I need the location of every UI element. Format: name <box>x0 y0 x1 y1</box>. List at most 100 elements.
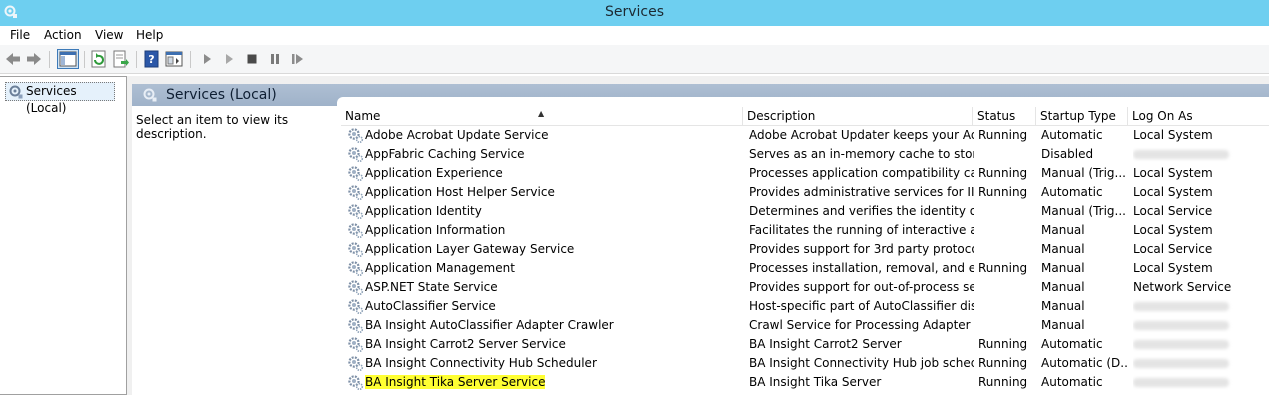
service-name: Application Experience <box>365 166 503 180</box>
service-status <box>978 278 1038 297</box>
service-startup-type: Automatic <box>1041 128 1103 142</box>
table-row[interactable]: BA Insight Carrot2 Server Service BA Insi… <box>341 335 1269 354</box>
table-row[interactable]: Application Information Facilitates the r… <box>341 221 1269 240</box>
table-row[interactable]: AutoClassifier Service Host-specific part… <box>341 297 1269 316</box>
service-startup-type: Automatic <box>1041 185 1103 199</box>
service-startup-type: Automatic (D... <box>1041 356 1129 370</box>
start-service-icon[interactable] <box>198 50 216 68</box>
service-description: BA Insight Carrot2 Server <box>749 337 902 351</box>
properties-icon[interactable] <box>165 50 183 68</box>
service-gear-icon <box>348 261 364 277</box>
table-row[interactable]: BA Insight Connectivity Hub Scheduler BA … <box>341 354 1269 373</box>
redacted-account <box>1133 150 1229 159</box>
service-gear-icon <box>348 242 364 258</box>
service-name: BA Insight Tika Server Service <box>365 375 546 389</box>
column-startup-type[interactable]: Startup Type <box>1036 107 1128 126</box>
service-name: BA Insight Carrot2 Server Service <box>365 337 566 351</box>
forward-arrow-icon[interactable] <box>25 50 43 68</box>
tree-node-services-local[interactable]: Services (Local) <box>5 82 115 115</box>
service-gear-icon <box>348 147 364 163</box>
service-status <box>978 297 1038 316</box>
service-status <box>978 145 1038 164</box>
redacted-account <box>1133 321 1229 330</box>
column-description[interactable]: Description <box>743 107 973 126</box>
menu-view[interactable]: View <box>95 28 123 42</box>
menu-action[interactable]: Action <box>44 28 82 42</box>
menu-file[interactable]: File <box>10 28 30 42</box>
service-status <box>978 316 1038 335</box>
service-logon: Local System <box>1133 185 1213 199</box>
service-status: Running <box>978 128 1028 142</box>
service-logon: Local System <box>1133 261 1213 275</box>
service-description: BA Insight Connectivity Hub job sched... <box>749 356 974 370</box>
redacted-account <box>1133 378 1229 387</box>
export-list-icon[interactable] <box>112 50 130 68</box>
description-hint: Select an item to view its description. <box>136 113 289 141</box>
tree-node-label: Services (Local) <box>26 84 77 115</box>
cell-name: BA Insight Carrot2 Server Service <box>365 335 740 354</box>
toolbar-separator <box>190 51 191 68</box>
table-row[interactable]: BA Insight Tika Server Service BA Insight… <box>341 373 1269 392</box>
service-startup-type: Automatic <box>1041 375 1103 389</box>
service-startup-type: Manual <box>1041 223 1085 237</box>
service-description: Serves as an in-memory cache to store ..… <box>749 147 974 161</box>
pause-service-icon[interactable] <box>266 50 284 68</box>
cell-name: Application Management <box>365 259 740 278</box>
service-startup-type: Automatic <box>1041 337 1103 351</box>
service-description: Provides support for 3rd party protocol … <box>749 242 974 256</box>
table-row[interactable]: Application Identity Determines and verif… <box>341 202 1269 221</box>
table-row[interactable]: Application Management Processes installa… <box>341 259 1269 278</box>
cell-name: BA Insight Tika Server Service <box>365 373 740 392</box>
back-arrow-icon[interactable] <box>4 50 22 68</box>
services-gear-icon <box>143 88 157 102</box>
service-description: Host-specific part of AutoClassifier dis… <box>749 299 974 313</box>
service-status: Running <box>978 356 1028 370</box>
table-row[interactable]: BA Insight AutoClassifier Adapter Crawle… <box>341 316 1269 335</box>
service-status <box>978 202 1038 221</box>
column-log-on-as[interactable]: Log On As <box>1128 107 1269 126</box>
table-row[interactable]: Adobe Acrobat Update Service Adobe Acroba… <box>341 126 1269 145</box>
show-hide-console-tree-icon[interactable] <box>57 49 79 69</box>
service-startup-type: Disabled <box>1041 147 1094 161</box>
service-status: Running <box>978 166 1028 180</box>
table-row[interactable]: AppFabric Caching Service Serves as an in… <box>341 145 1269 164</box>
service-description: Determines and verifies the identity of … <box>749 204 974 218</box>
cell-name: Application Identity <box>365 202 740 221</box>
service-name: BA Insight AutoClassifier Adapter Crawle… <box>365 318 614 332</box>
restart-service-icon[interactable] <box>289 50 307 68</box>
refresh-icon[interactable] <box>90 50 108 68</box>
service-logon: Local System <box>1133 128 1213 142</box>
service-status: Running <box>978 375 1028 389</box>
service-gear-icon <box>348 337 364 353</box>
service-description: BA Insight Tika Server <box>749 375 882 389</box>
cell-name: ASP.NET State Service <box>365 278 740 297</box>
column-header: Name ▲ Description Status Startup Type L… <box>341 107 1269 126</box>
service-gear-icon <box>348 204 364 220</box>
cell-logon <box>1133 354 1269 373</box>
service-description: Adobe Acrobat Updater keeps your Ad... <box>749 128 974 142</box>
menu-help[interactable]: Help <box>136 28 163 42</box>
service-gear-icon <box>348 375 364 391</box>
service-logon: Local Service <box>1133 204 1213 218</box>
service-startup-type: Manual (Trig... <box>1041 204 1126 218</box>
cell-logon <box>1133 297 1269 316</box>
cell-logon <box>1133 316 1269 335</box>
cell-name: AppFabric Caching Service <box>365 145 740 164</box>
service-gear-icon <box>348 356 364 372</box>
start-service-alt-icon[interactable] <box>220 50 238 68</box>
table-row[interactable]: Application Experience Processes applicat… <box>341 164 1269 183</box>
column-status[interactable]: Status <box>973 107 1036 126</box>
service-logon: Network Service <box>1133 280 1232 294</box>
cell-logon <box>1133 335 1269 354</box>
service-startup-type: Manual <box>1041 261 1085 275</box>
service-description: Provides administrative services for IIS… <box>749 185 974 199</box>
table-row[interactable]: Application Layer Gateway Service Provide… <box>341 240 1269 259</box>
stop-service-icon[interactable] <box>243 50 261 68</box>
table-row[interactable]: ASP.NET State Service Provides support fo… <box>341 278 1269 297</box>
service-description: Processes installation, removal, and en.… <box>749 261 974 275</box>
cell-logon: Local Service <box>1133 240 1269 259</box>
menu-bar: File Action View Help <box>0 26 1269 45</box>
table-row[interactable]: Application Host Helper Service Provides … <box>341 183 1269 202</box>
help-icon[interactable]: ? <box>143 50 161 68</box>
service-gear-icon <box>348 299 364 315</box>
